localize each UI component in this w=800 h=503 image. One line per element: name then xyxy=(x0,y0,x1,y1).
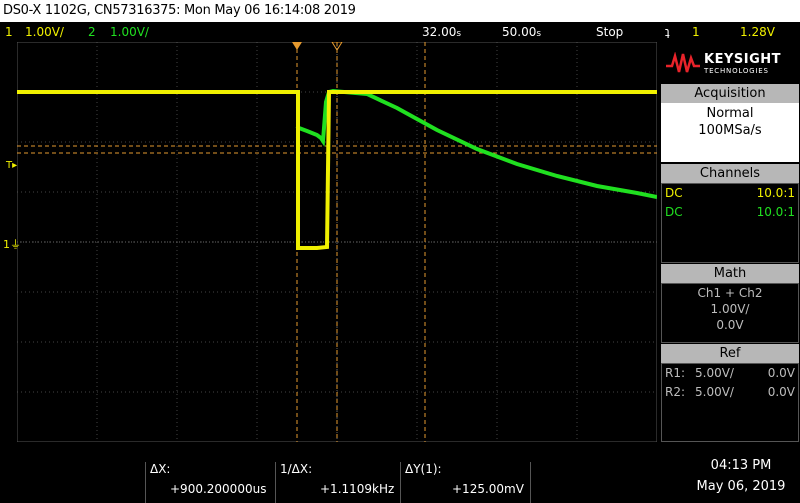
ref-header[interactable]: Ref xyxy=(661,344,799,363)
clock-date: May 06, 2019 xyxy=(696,479,786,494)
run-state[interactable]: Stop xyxy=(596,22,623,42)
math-header[interactable]: Math xyxy=(661,264,799,283)
math-body: Ch1 + Ch2 1.00V/ 0.0V xyxy=(661,283,799,343)
measurement-bar: ΔX: +900.200000us 1/ΔX: +1.1109kHz ΔY(1)… xyxy=(0,442,800,503)
delta-y-value: +125.00mV xyxy=(452,482,524,496)
clock: 04:13 PM May 06, 2019 xyxy=(686,458,796,494)
ref-row-1[interactable]: R1: 5.00V/ 0.0V xyxy=(665,364,795,382)
clock-time: 04:13 PM xyxy=(710,458,772,473)
delta-x-label: ΔX: xyxy=(150,462,171,476)
channels-body: DC 10.0:1 DC 10.0:1 xyxy=(661,183,799,263)
channel-row-1[interactable]: DC 10.0:1 xyxy=(665,184,795,202)
math-expression: Ch1 + Ch2 xyxy=(697,286,763,300)
acquisition-body: Normal 100MSa/s xyxy=(661,103,799,162)
trigger-edge-icon: ʇ xyxy=(665,25,670,39)
channels-header[interactable]: Channels xyxy=(661,164,799,183)
math-offset: 0.0V xyxy=(716,318,744,332)
acquisition-header[interactable]: Acquisition xyxy=(661,84,799,103)
ch2-scale[interactable]: 1.00V/ xyxy=(110,22,149,42)
scope-status-bar: 1 1.00V/ 2 1.00V/ 32.00s 50.00s Stop ʇ 1… xyxy=(0,22,800,42)
channel-row-2[interactable]: DC 10.0:1 xyxy=(665,203,795,221)
inv-delta-x-value: +1.1109kHz xyxy=(320,482,395,496)
delta-x-value: +900.200000us xyxy=(170,482,267,496)
right-info-panel: KEYSIGHT TECHNOLOGIES Acquisition Normal… xyxy=(659,42,800,442)
ch1-scale[interactable]: 1.00V/ xyxy=(25,22,64,42)
trigger-channel[interactable]: 1 xyxy=(692,22,700,42)
trigger-level-marker: T▸ xyxy=(6,160,18,171)
delta-y-label: ΔY(1): xyxy=(405,462,442,476)
ch1-number[interactable]: 1 xyxy=(5,22,13,42)
ch1-ground-marker: 1⏚ xyxy=(3,238,21,251)
timebase[interactable]: 50.00s xyxy=(502,22,541,44)
math-scale: 1.00V/ xyxy=(710,302,750,316)
inv-delta-x-label: 1/ΔX: xyxy=(280,462,313,476)
window-title: DS0-X 1102G, CN57316375: Mon May 06 16:1… xyxy=(3,3,356,18)
window-title-bar: DS0-X 1102G, CN57316375: Mon May 06 16:1… xyxy=(0,0,800,22)
acquisition-mode: Normal xyxy=(706,106,754,121)
keysight-wave-icon xyxy=(666,52,700,73)
brand-name: KEYSIGHT xyxy=(704,52,781,67)
ch2-number[interactable]: 2 xyxy=(88,22,96,42)
brand-sub: TECHNOLOGIES xyxy=(704,67,769,75)
horizontal-delay[interactable]: 32.00s xyxy=(422,22,461,44)
waveform-display[interactable] xyxy=(17,42,657,442)
acquisition-rate: 100MSa/s xyxy=(698,123,762,138)
keysight-logo: KEYSIGHT TECHNOLOGIES xyxy=(659,42,800,84)
ref-body: R1: 5.00V/ 0.0V R2: 5.00V/ 0.0V xyxy=(661,363,799,442)
ref-row-2[interactable]: R2: 5.00V/ 0.0V xyxy=(665,383,795,401)
trigger-level[interactable]: 1.28V xyxy=(740,22,775,42)
